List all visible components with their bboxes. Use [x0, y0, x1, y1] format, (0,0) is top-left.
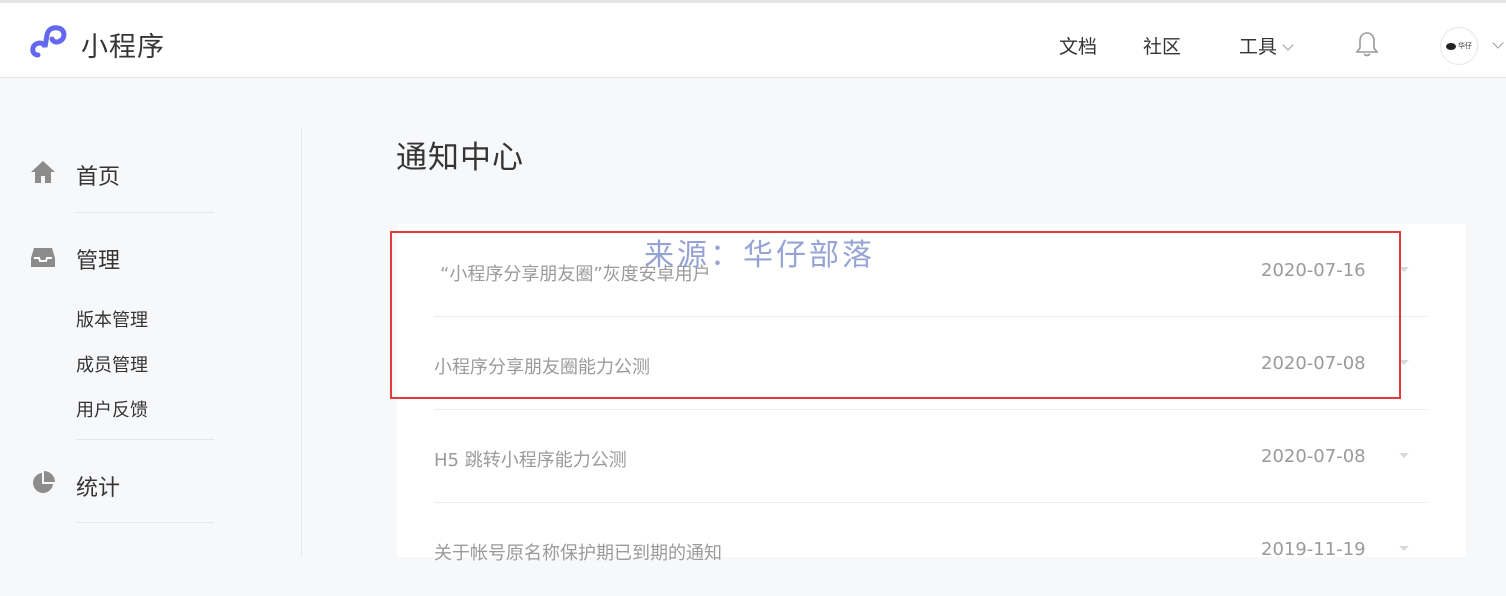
sidebar-divider: [76, 522, 214, 523]
chevron-down-icon: [1282, 39, 1294, 51]
watermark-text: 来源：华仔部落: [644, 238, 875, 273]
sidebar-item-version-manage[interactable]: 版本管理: [76, 306, 148, 332]
sidebar-item-member-manage[interactable]: 成员管理: [76, 351, 148, 377]
avatar-logo-icon: [1446, 42, 1456, 50]
caret-down-icon: [1399, 546, 1409, 551]
notice-title: H5 跳转小程序能力公测: [434, 450, 627, 471]
nav-docs-link[interactable]: 文档: [1059, 32, 1097, 59]
caret-down-icon: [1399, 453, 1409, 458]
annotation-highlight-box: [390, 231, 1401, 399]
pie-chart-icon: [33, 471, 55, 493]
sidebar-item-stats[interactable]: 统计: [76, 470, 120, 502]
sidebar-divider: [76, 439, 214, 440]
logo-text[interactable]: 小程序: [81, 25, 165, 64]
bell-icon[interactable]: [1355, 30, 1379, 58]
top-nav-bar: 小程序 文档 社区 工具 华仔: [0, 0, 1506, 78]
nav-tools-dropdown[interactable]: 工具: [1239, 32, 1294, 59]
home-icon: [31, 161, 55, 183]
nav-tools-label: 工具: [1239, 36, 1278, 58]
notice-row[interactable]: 关于帐号原名称保护期已到期的通知 2019-11-19: [434, 503, 1427, 596]
sidebar-divider: [76, 212, 214, 213]
notice-row[interactable]: H5 跳转小程序能力公测 2020-07-08: [434, 410, 1427, 503]
sidebar-item-home[interactable]: 首页: [76, 159, 120, 191]
sidebar-item-user-feedback[interactable]: 用户反馈: [76, 396, 148, 422]
notice-title: 关于帐号原名称保护期已到期的通知: [434, 543, 722, 564]
chevron-down-icon[interactable]: [1492, 37, 1504, 49]
page-title: 通知中心: [396, 140, 524, 176]
nav-community-link[interactable]: 社区: [1143, 32, 1181, 59]
sidebar-item-manage[interactable]: 管理: [76, 243, 120, 275]
avatar-text: 华仔: [1458, 42, 1472, 50]
inbox-icon: [31, 248, 55, 267]
sidebar-border: [301, 128, 302, 557]
avatar[interactable]: 华仔: [1440, 27, 1478, 65]
miniprogram-logo-icon[interactable]: [30, 25, 70, 61]
notice-date: 2020-07-08: [1261, 446, 1366, 467]
